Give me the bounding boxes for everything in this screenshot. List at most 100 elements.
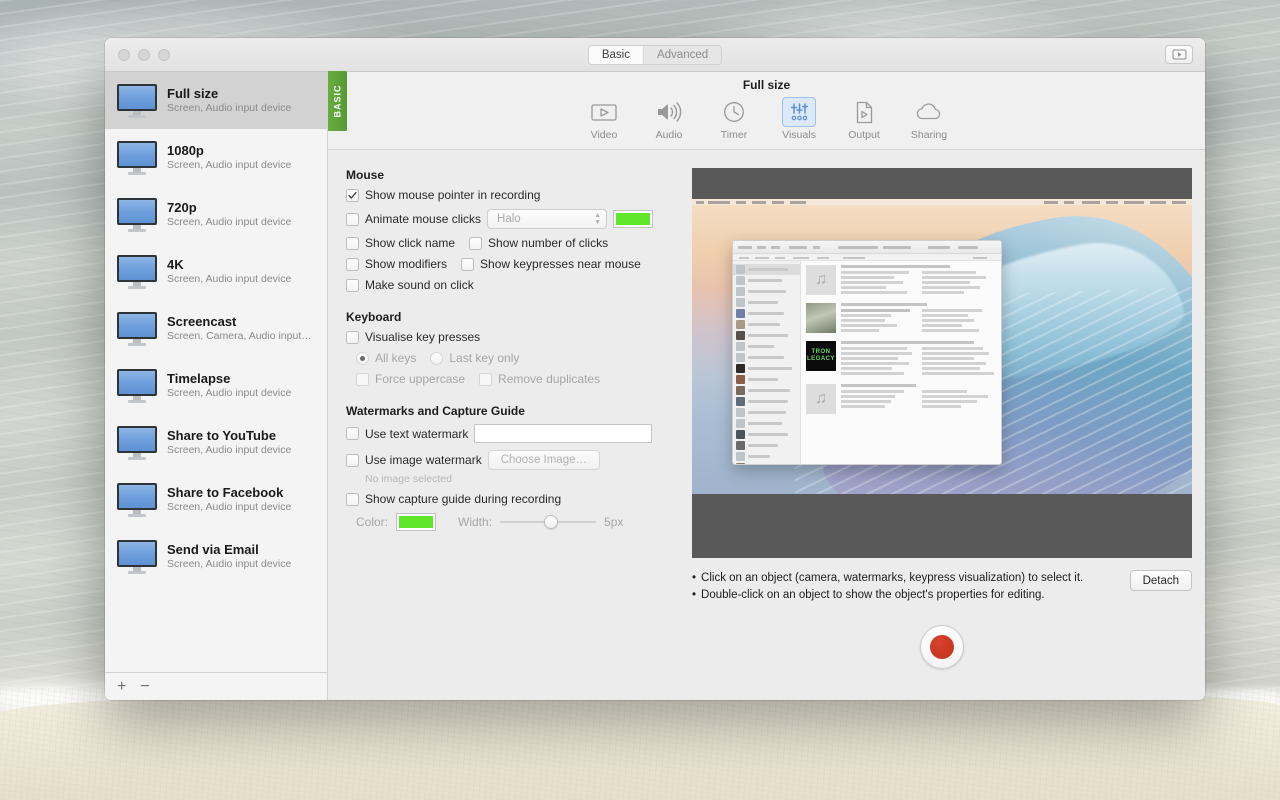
- row-use-image-watermark[interactable]: Use image watermark Choose Image…: [346, 450, 676, 470]
- record-button[interactable]: [920, 625, 964, 670]
- sidebar-item-720p[interactable]: 720p Screen, Audio input device: [105, 186, 327, 243]
- tool-video[interactable]: Video: [580, 97, 629, 141]
- use-image-watermark-checkbox[interactable]: [346, 453, 359, 467]
- show-capture-guide-checkbox[interactable]: [346, 492, 359, 506]
- record-area: [692, 625, 1192, 670]
- remove-duplicates-label: Remove duplicates: [498, 372, 601, 386]
- slider-knob[interactable]: [544, 515, 559, 529]
- cloud-icon: [916, 103, 941, 120]
- close-button[interactable]: [118, 48, 130, 61]
- tool-label: Output: [848, 129, 880, 141]
- visualise-key-presses-checkbox[interactable]: [346, 330, 359, 344]
- add-preset-button[interactable]: +: [117, 678, 126, 695]
- row-use-text-watermark[interactable]: Use text watermark: [346, 424, 676, 443]
- itunes-album-list: ♫ TRON LEGACY ♫: [801, 261, 1001, 464]
- show-modifiers-checkbox[interactable]: [346, 257, 359, 271]
- recording-preview[interactable]: ♫ TRON LEGACY ♫: [692, 168, 1192, 558]
- tool-timer[interactable]: Timer: [710, 97, 759, 141]
- minimize-button[interactable]: [138, 48, 150, 61]
- show-mouse-pointer-checkbox[interactable]: [346, 188, 359, 202]
- mode-segmented-control[interactable]: Basic Advanced: [587, 44, 723, 65]
- preset-title: Timelapse: [167, 370, 231, 386]
- show-capture-guide-label: Show capture guide during recording: [365, 492, 562, 506]
- video-play-icon-button[interactable]: [1165, 45, 1193, 64]
- guide-width-slider[interactable]: [500, 515, 597, 529]
- tool-label: Timer: [720, 129, 748, 141]
- preset-title: Screencast: [167, 313, 237, 329]
- preset-title: Full size: [167, 85, 219, 101]
- sand-texture: [0, 688, 1280, 800]
- animation-color-swatch[interactable]: [613, 210, 654, 228]
- animation-style-select[interactable]: Halo ▲ ▼: [487, 209, 608, 229]
- animation-style-value: Halo: [497, 213, 521, 225]
- use-text-watermark-checkbox[interactable]: [346, 427, 359, 440]
- tool-audio[interactable]: Audio: [645, 97, 694, 141]
- animate-mouse-clicks-checkbox[interactable]: [346, 212, 359, 226]
- keyboard-section: Keyboard Visualise key presses All keys …: [346, 310, 676, 386]
- text-watermark-input[interactable]: [474, 424, 653, 443]
- remove-duplicates-checkbox[interactable]: [479, 372, 493, 386]
- make-sound-on-click-checkbox[interactable]: [346, 278, 359, 292]
- tool-label: Sharing: [910, 129, 948, 141]
- sidebar-item-4k[interactable]: 4K Screen, Audio input device: [105, 243, 327, 300]
- show-keypresses-near-mouse-checkbox[interactable]: [461, 257, 475, 271]
- row-make-sound-on-click[interactable]: Make sound on click: [346, 278, 676, 292]
- all-keys-label: All keys: [375, 351, 417, 365]
- itunes-toolbar: [733, 241, 1001, 254]
- zoom-button[interactable]: [158, 48, 170, 61]
- row-visualise-key-presses[interactable]: Visualise key presses: [346, 330, 676, 344]
- preset-subtitle: Screen, Audio input device: [167, 158, 292, 171]
- row-key-scope-radios[interactable]: All keys Last key only: [346, 351, 676, 365]
- force-uppercase-label: Force uppercase: [375, 372, 466, 386]
- sidebar-item-send-via-email[interactable]: Send via Email Screen, Audio input devic…: [105, 528, 327, 585]
- row-uppercase-duplicates[interactable]: Force uppercase Remove duplicates: [346, 372, 676, 386]
- row-show-capture-guide[interactable]: Show capture guide during recording: [346, 492, 676, 506]
- choose-image-button[interactable]: Choose Image…: [487, 450, 600, 470]
- mouse-section-title: Mouse: [346, 168, 385, 182]
- presets-list[interactable]: Full size Screen, Audio input device 108…: [105, 72, 327, 672]
- preset-subtitle: Screen, Audio input device: [167, 272, 292, 285]
- hint-line: Click on an object (camera, watermarks, …: [692, 570, 1118, 587]
- show-number-of-clicks-checkbox[interactable]: [469, 236, 483, 250]
- sidebar-item-full-size[interactable]: Full size Screen, Audio input device: [105, 72, 327, 129]
- preset-subtitle: Screen, Audio input device: [167, 500, 292, 513]
- monitor-icon: [117, 482, 157, 517]
- row-show-mouse-pointer[interactable]: Show mouse pointer in recording: [346, 188, 676, 202]
- row-animate-mouse-clicks[interactable]: Animate mouse clicks Halo ▲ ▼: [346, 209, 676, 229]
- tab-advanced[interactable]: Advanced: [643, 45, 722, 64]
- itunes-sidebar: [733, 261, 801, 464]
- show-mouse-pointer-label: Show mouse pointer in recording: [365, 188, 541, 202]
- monitor-icon: [117, 197, 157, 232]
- tab-basic[interactable]: Basic: [588, 45, 644, 64]
- visualise-key-presses-label: Visualise key presses: [365, 330, 481, 344]
- force-uppercase-checkbox[interactable]: [356, 372, 369, 386]
- preset-subtitle: Screen, Audio input device: [167, 557, 292, 570]
- animate-mouse-clicks-label: Animate mouse clicks: [365, 212, 482, 226]
- row-modifiers-and-keypresses[interactable]: Show modifiers Show keypresses near mous…: [346, 257, 676, 271]
- monitor-icon: [117, 83, 157, 118]
- tool-visuals[interactable]: Visuals: [775, 97, 824, 141]
- album-cover-placeholder-icon: ♫: [806, 384, 836, 414]
- guide-color-swatch[interactable]: [396, 513, 437, 531]
- album-row: ♫: [806, 384, 997, 414]
- last-key-only-radio[interactable]: [430, 351, 444, 365]
- remove-preset-button[interactable]: −: [140, 678, 149, 695]
- sidebar-item-timelapse[interactable]: Timelapse Screen, Audio input device: [105, 357, 327, 414]
- basic-mode-tab[interactable]: BASIC: [328, 71, 347, 131]
- tool-sharing[interactable]: Sharing: [905, 97, 954, 141]
- row-guide-color-width[interactable]: Color: Width: 5px: [346, 513, 676, 531]
- preset-title: 720p: [167, 199, 197, 215]
- window-controls[interactable]: [118, 48, 170, 61]
- show-click-name-checkbox[interactable]: [346, 236, 359, 250]
- tool-output[interactable]: Output: [840, 97, 889, 141]
- sidebar-item-screencast[interactable]: Screencast Screen, Camera, Audio input…: [105, 300, 327, 357]
- make-sound-on-click-label: Make sound on click: [365, 278, 474, 292]
- detach-button[interactable]: Detach: [1129, 570, 1192, 591]
- sidebar-item-share-to-facebook[interactable]: Share to Facebook Screen, Audio input de…: [105, 471, 327, 528]
- sidebar-item-1080p[interactable]: 1080p Screen, Audio input device: [105, 129, 327, 186]
- sidebar-item-share-to-youtube[interactable]: Share to YouTube Screen, Audio input dev…: [105, 414, 327, 471]
- all-keys-radio[interactable]: [356, 351, 369, 365]
- keyboard-section-title: Keyboard: [346, 310, 402, 324]
- basic-tab-label: BASIC: [332, 84, 343, 118]
- row-click-name-and-number[interactable]: Show click name Show number of clicks: [346, 236, 676, 250]
